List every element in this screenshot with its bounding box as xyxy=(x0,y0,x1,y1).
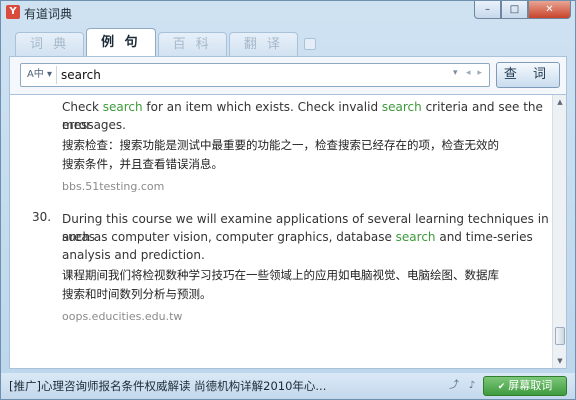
app-window: Y 有道词典 – □ ✕ 词 典 例 句 百 科 翻 译 A中 ▾ ▾ ◂ ▸ … xyxy=(0,0,576,400)
history-nav-icon[interactable]: ◂ ▸ xyxy=(466,68,484,78)
keyword-highlight: search xyxy=(381,100,422,114)
scroll-down-icon[interactable]: ▼ xyxy=(554,355,566,367)
tab-examples[interactable]: 例 句 xyxy=(86,28,156,56)
tab-encyclopedia[interactable]: 百 科 xyxy=(157,32,227,56)
screen-dict-label: 屏幕取词 xyxy=(508,379,553,392)
language-select-button[interactable]: A中 ▾ xyxy=(23,66,57,84)
minimize-button[interactable]: – xyxy=(474,1,501,19)
scroll-thumb[interactable] xyxy=(555,327,565,345)
window-controls: – □ ✕ xyxy=(474,1,571,19)
tab-bar: 词 典 例 句 百 科 翻 译 xyxy=(15,28,316,56)
close-button[interactable]: ✕ xyxy=(528,1,571,19)
speaker-icon[interactable]: ♪ xyxy=(465,379,479,393)
search-button[interactable]: 查 词 xyxy=(496,62,560,88)
search-area: A中 ▾ ▾ ◂ ▸ 查 词 xyxy=(9,56,567,94)
example-number: 30. xyxy=(32,210,52,224)
example-chinese-line: 搜索和时间数列分析与预测。 xyxy=(62,287,212,301)
promotion-link[interactable]: [推广]心理咨询师报名条件权威解读 尚德机构详解2010年心... xyxy=(9,378,326,394)
tab-translate[interactable]: 翻 译 xyxy=(228,32,298,56)
example-english-line: analysis and prediction. xyxy=(62,248,205,262)
example-source-link[interactable]: oops.educities.edu.tw xyxy=(62,310,182,323)
status-bar: [推广]心理咨询师报名条件权威解读 尚德机构详解2010年心... ⤴ ♪ ✔ 屏… xyxy=(1,373,575,399)
example-source-link[interactable]: bbs.51testing.com xyxy=(62,180,164,193)
app-logo-icon: Y xyxy=(6,5,20,19)
example-english-line: messages. xyxy=(62,118,126,132)
search-box: A中 ▾ ▾ ◂ ▸ xyxy=(20,63,490,87)
screen-dict-toggle[interactable]: ✔ 屏幕取词 xyxy=(483,376,567,396)
tab-extra-icon[interactable] xyxy=(303,38,316,50)
pin-icon[interactable]: ⤴ xyxy=(447,379,461,393)
search-input[interactable] xyxy=(61,66,411,84)
keyword-highlight: search xyxy=(395,230,436,244)
vertical-scrollbar[interactable]: ▲ ▼ xyxy=(552,95,566,368)
app-title: 有道词典 xyxy=(24,7,73,21)
example-english-line: such as computer vision, computer graphi… xyxy=(62,230,533,244)
results-panel: Check search for an item which exists. C… xyxy=(9,94,567,369)
scroll-up-icon[interactable]: ▲ xyxy=(554,96,566,108)
tab-dictionary[interactable]: 词 典 xyxy=(15,32,85,56)
history-dropdown-icon[interactable]: ▾ xyxy=(453,68,458,78)
title-bar[interactable]: Y 有道词典 – □ ✕ xyxy=(1,1,575,23)
example-chinese-line: 搜索条件，并且查看错误消息。 xyxy=(62,157,223,171)
keyword-highlight: search xyxy=(102,100,143,114)
maximize-button[interactable]: □ xyxy=(501,1,528,19)
example-chinese-line: 搜索检查：搜索功能是测试中最重要的功能之一，检查搜索已经存在的项，检查无效的 xyxy=(62,138,499,152)
checkmark-icon: ✔ xyxy=(497,382,506,392)
example-chinese-line: 课程期间我们将检视数种学习技巧在一些领域上的应用如电脑视觉、电脑绘图、数据库 xyxy=(62,268,499,282)
